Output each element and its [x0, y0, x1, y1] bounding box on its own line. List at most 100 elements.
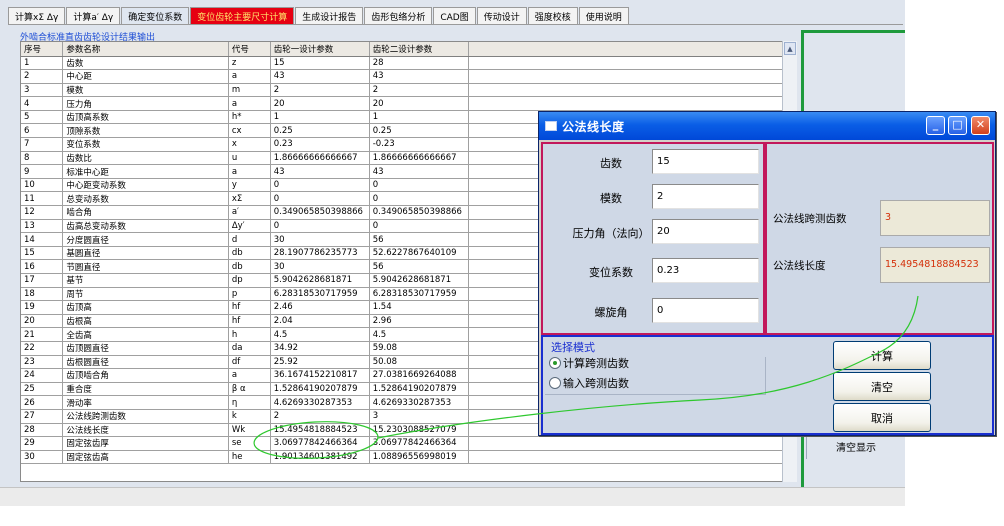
- table-cell[interactable]: 20: [21, 314, 64, 329]
- table-cell[interactable]: 25.92: [270, 355, 370, 370]
- table-cell[interactable]: a: [228, 164, 271, 179]
- table-cell[interactable]: Wk: [228, 423, 271, 438]
- table-cell[interactable]: 6.28318530717959: [369, 287, 469, 302]
- table-cell[interactable]: 34.92: [270, 341, 370, 356]
- table-cell[interactable]: 3.06977842466364: [270, 436, 370, 451]
- tab-1[interactable]: 计算xΣ Δγ: [8, 7, 66, 24]
- radio-calc-span-teeth[interactable]: 计算跨测齿数: [549, 355, 629, 371]
- table-cell[interactable]: 36.1674152210817: [270, 368, 370, 383]
- table-cell[interactable]: 2.96: [369, 314, 469, 329]
- table-cell[interactable]: 5.9042628681871: [270, 273, 370, 288]
- table-cell[interactable]: 全齿高: [62, 327, 229, 342]
- table-cell[interactable]: db: [228, 246, 271, 261]
- table-cell[interactable]: 20: [369, 96, 469, 111]
- table-cell[interactable]: 基圆直径: [62, 246, 229, 261]
- table-cell[interactable]: 10: [21, 178, 64, 193]
- table-cell[interactable]: a: [228, 96, 271, 111]
- table-cell[interactable]: 0.349065850398866: [270, 205, 370, 220]
- table-cell[interactable]: 43: [369, 69, 469, 84]
- clear-display-button[interactable]: 清空显示: [806, 432, 905, 459]
- minimize-icon[interactable]: _: [926, 116, 945, 135]
- table-cell[interactable]: 24: [21, 368, 64, 383]
- table-cell[interactable]: 模数: [62, 83, 229, 98]
- table-cell[interactable]: -0.23: [369, 137, 469, 152]
- table-cell[interactable]: d: [228, 232, 271, 247]
- table-cell[interactable]: 齿顶高系数: [62, 110, 229, 125]
- table-cell[interactable]: 重合度: [62, 382, 229, 397]
- table-cell[interactable]: 7: [21, 137, 64, 152]
- table-cell[interactable]: 3: [21, 83, 64, 98]
- table-cell[interactable]: 总变动系数: [62, 191, 229, 207]
- table-cell[interactable]: 50.08: [369, 355, 469, 370]
- table-cell[interactable]: 22: [21, 341, 64, 356]
- table-cell[interactable]: 3: [369, 409, 469, 424]
- table-cell[interactable]: 0.25: [270, 123, 370, 139]
- pressure-angle-input[interactable]: 20: [652, 219, 759, 244]
- table-cell[interactable]: 27.0381669264088: [369, 368, 469, 383]
- table-cell[interactable]: h*: [228, 110, 271, 125]
- table-cell[interactable]: 6: [21, 123, 64, 139]
- table-cell[interactable]: 齿顶啮合角: [62, 368, 229, 383]
- maximize-icon[interactable]: □: [948, 116, 967, 135]
- table-cell[interactable]: 2: [21, 69, 64, 84]
- cancel-button[interactable]: 取消: [833, 403, 931, 432]
- table-cell[interactable]: 27: [21, 409, 64, 424]
- table-cell[interactable]: u: [228, 151, 271, 166]
- table-cell[interactable]: 齿数: [62, 56, 229, 71]
- table-cell[interactable]: Δy′: [228, 219, 271, 234]
- table-cell[interactable]: 13: [21, 219, 64, 234]
- table-cell[interactable]: 56: [369, 259, 469, 274]
- table-cell[interactable]: 1.54: [369, 300, 469, 315]
- table-cell[interactable]: 变位系数: [62, 137, 229, 152]
- table-cell[interactable]: 18: [21, 287, 64, 302]
- radio-selected-icon[interactable]: [549, 357, 561, 369]
- table-cell[interactable]: 52.6227867640109: [369, 246, 469, 261]
- table-cell[interactable]: cx: [228, 123, 271, 139]
- table-cell[interactable]: 公法线长度: [62, 423, 229, 438]
- table-cell[interactable]: 2: [369, 83, 469, 98]
- table-cell[interactable]: 齿根圆直径: [62, 355, 229, 370]
- column-header[interactable]: 序号: [21, 42, 64, 57]
- dialog-title-bar[interactable]: 公法线长度 _ □ ✕: [539, 112, 995, 140]
- table-cell[interactable]: 滑动率: [62, 395, 229, 410]
- table-cell[interactable]: z: [228, 56, 271, 71]
- table-cell[interactable]: 固定弦齿厚: [62, 436, 229, 451]
- module-input[interactable]: 2: [652, 184, 759, 209]
- table-cell[interactable]: 2.04: [270, 314, 370, 329]
- table-cell[interactable]: 0: [369, 219, 469, 234]
- table-cell[interactable]: 4.6269330287353: [270, 395, 370, 410]
- table-cell[interactable]: 0.25: [369, 123, 469, 139]
- table-cell[interactable]: 4.5: [369, 327, 469, 342]
- table-cell[interactable]: hf: [228, 300, 271, 315]
- table-cell[interactable]: 11: [21, 191, 64, 207]
- table-cell[interactable]: 15: [21, 246, 64, 261]
- table-cell[interactable]: 1.52864190207879: [369, 382, 469, 397]
- table-cell[interactable]: 29: [21, 436, 64, 451]
- table-cell[interactable]: 齿顶圆直径: [62, 341, 229, 356]
- tab-8[interactable]: 传动设计: [476, 7, 527, 24]
- table-cell[interactable]: 2: [270, 83, 370, 98]
- table-cell[interactable]: hf: [228, 314, 271, 329]
- table-cell[interactable]: 齿高总变动系数: [62, 219, 229, 234]
- table-cell[interactable]: he: [228, 450, 271, 465]
- table-cell[interactable]: 3.06977842466364: [369, 436, 469, 451]
- table-cell[interactable]: 齿顶高: [62, 300, 229, 315]
- table-row[interactable]: 3 模数 m 2 2: [21, 83, 796, 98]
- column-header[interactable]: 代号: [228, 42, 271, 57]
- table-cell[interactable]: 1: [21, 56, 64, 71]
- table-cell[interactable]: a: [228, 368, 271, 383]
- table-cell[interactable]: a: [228, 69, 271, 84]
- table-cell[interactable]: db: [228, 259, 271, 274]
- table-row[interactable]: 29 固定弦齿厚 se 3.06977842466364 3.0697784246636…: [21, 436, 796, 451]
- tab-10[interactable]: 使用说明: [578, 7, 629, 24]
- table-cell[interactable]: 2.46: [270, 300, 370, 315]
- table-cell[interactable]: 中心距: [62, 69, 229, 84]
- table-cell[interactable]: 30: [270, 259, 370, 274]
- table-cell[interactable]: 标准中心距: [62, 164, 229, 179]
- table-cell[interactable]: 齿数比: [62, 151, 229, 166]
- table-cell[interactable]: 公法线跨测齿数: [62, 409, 229, 424]
- table-cell[interactable]: 顶隙系数: [62, 123, 229, 139]
- table-cell[interactable]: 43: [270, 164, 370, 179]
- table-cell[interactable]: k: [228, 409, 271, 424]
- table-cell[interactable]: 25: [21, 382, 64, 397]
